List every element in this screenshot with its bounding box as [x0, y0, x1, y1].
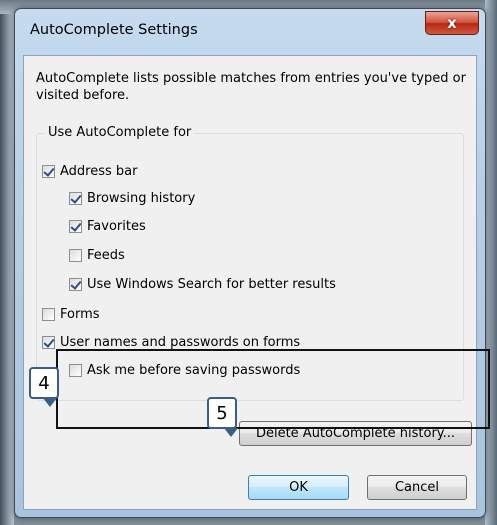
- favorites-label: Favorites: [87, 218, 146, 234]
- group-label: Use AutoComplete for: [45, 125, 195, 140]
- ok-button[interactable]: OK: [248, 475, 349, 500]
- dialog-title: AutoComplete Settings: [30, 22, 198, 38]
- option-forms[interactable]: Forms: [42, 305, 100, 323]
- browsing-history-checkbox[interactable]: [69, 191, 82, 205]
- windows-search-checkbox[interactable]: [69, 277, 82, 291]
- callout-highlight-box: [56, 349, 490, 429]
- background-left-edge: [0, 0, 14, 525]
- user-names-passwords-checkbox[interactable]: [42, 335, 55, 349]
- marker-4: 4: [29, 367, 59, 399]
- cancel-button[interactable]: Cancel: [367, 475, 467, 500]
- option-favorites[interactable]: Favorites: [69, 217, 146, 235]
- feeds-checkbox[interactable]: [69, 248, 82, 262]
- option-address-bar[interactable]: Address bar: [42, 162, 137, 180]
- close-button[interactable]: x: [425, 11, 479, 35]
- user-names-passwords-label: User names and passwords on forms: [60, 334, 301, 350]
- favorites-checkbox[interactable]: [69, 219, 82, 233]
- marker-5-tail: [224, 428, 238, 437]
- forms-checkbox[interactable]: [42, 307, 55, 321]
- marker-5: 5: [207, 397, 237, 429]
- background-right-edge: [485, 0, 497, 525]
- windows-search-label: Use Windows Search for better results: [87, 276, 336, 292]
- option-windows-search[interactable]: Use Windows Search for better results: [69, 275, 336, 293]
- description-text: AutoComplete lists possible matches from…: [36, 71, 466, 103]
- close-icon: x: [447, 14, 457, 32]
- browsing-history-label: Browsing history: [87, 190, 196, 206]
- option-feeds[interactable]: Feeds: [69, 246, 125, 264]
- address-bar-label: Address bar: [60, 163, 138, 179]
- marker-4-tail: [43, 398, 57, 407]
- address-bar-checkbox[interactable]: [42, 164, 55, 178]
- forms-label: Forms: [60, 306, 100, 322]
- title-bar[interactable]: AutoComplete Settings x: [15, 9, 485, 55]
- autocomplete-settings-dialog: AutoComplete Settings x AutoComplete lis…: [14, 8, 486, 518]
- option-browsing-history[interactable]: Browsing history: [69, 189, 195, 207]
- feeds-label: Feeds: [87, 247, 125, 263]
- dialog-client-area: AutoComplete lists possible matches from…: [23, 55, 477, 510]
